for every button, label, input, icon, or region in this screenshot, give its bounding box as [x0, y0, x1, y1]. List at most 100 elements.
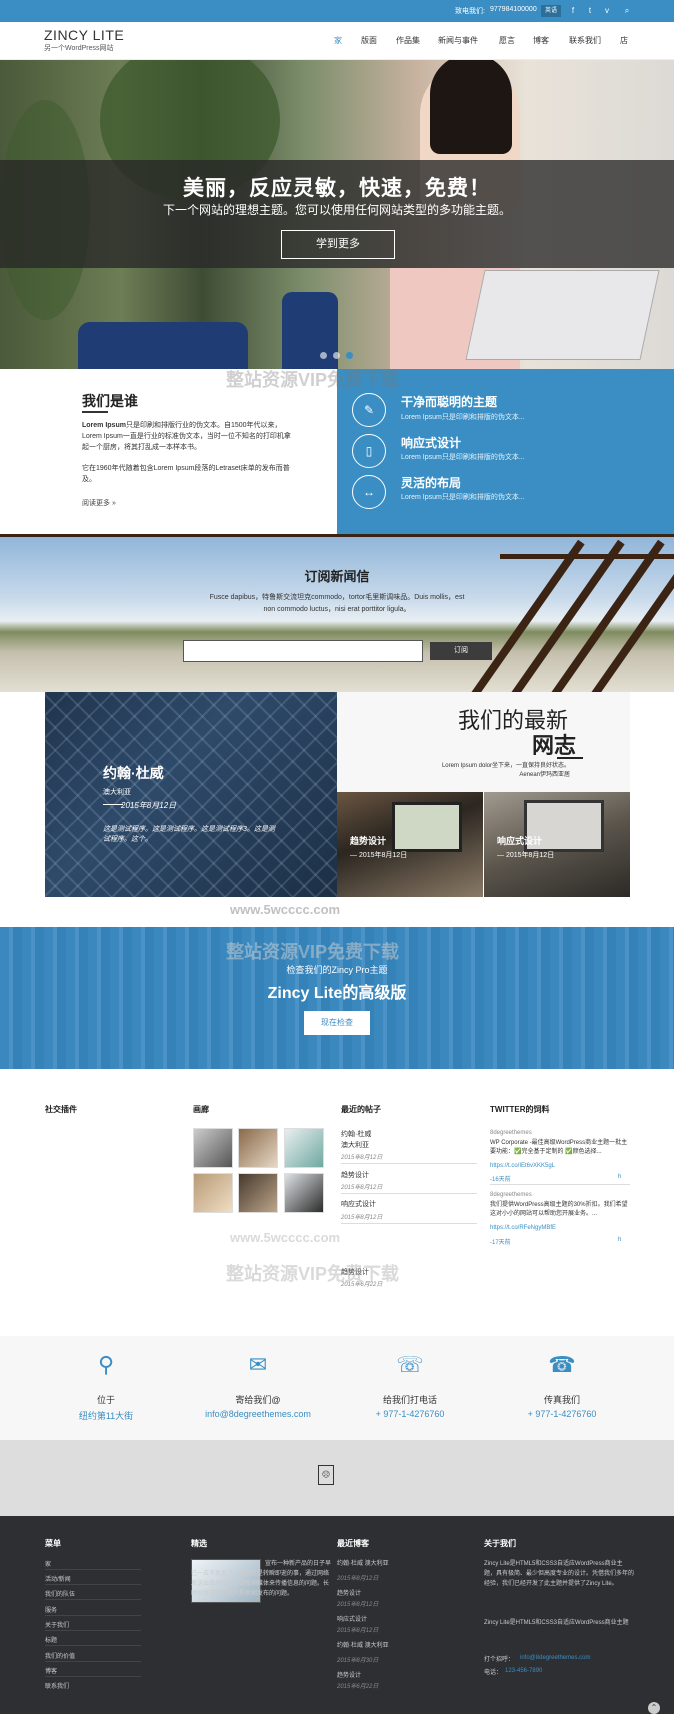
read-more-link[interactable]: 阅读更多 » — [82, 498, 116, 508]
tweet-user[interactable]: 8degreethemes — [490, 1191, 628, 1200]
about-paragraph-2: 它在1960年代随着包含Lorem Ipsum段落的Letraset床单的发布而… — [82, 465, 290, 483]
footer-menu-item[interactable]: 标题 — [45, 1635, 57, 1644]
subscribe-button[interactable]: 订阅 — [430, 642, 492, 660]
gallery-thumb[interactable] — [284, 1128, 324, 1168]
contact-value[interactable]: + 977-1-4276760 — [492, 1409, 632, 1419]
watermark: 整站资源VIP免费下载 — [226, 942, 400, 962]
post-tile-title[interactable]: 响应式设计 — [497, 834, 542, 847]
recent-post-title[interactable]: 约翰·杜威 — [341, 1129, 371, 1139]
nav-layout[interactable]: 版面 — [361, 35, 377, 46]
divider — [341, 1193, 477, 1194]
check-now-button[interactable]: 现在检查 — [304, 1011, 370, 1035]
blog-post-tile[interactable]: 响应式设计 — 2015年8月12日 — [484, 792, 630, 897]
slider-dot-active[interactable] — [346, 352, 353, 359]
footer-recent-title: 最近博客 — [337, 1539, 369, 1548]
feature-desc: Lorem Ipsum只是印刷和排版的伪文本... — [401, 454, 525, 461]
tweet-link[interactable]: https://t.co/IEt6vXKK5gL — [490, 1163, 555, 1169]
slider-dot[interactable] — [333, 352, 340, 359]
tweet-user[interactable]: 8degreethemes — [490, 1129, 628, 1138]
mobile-icon: ▯ — [352, 434, 386, 468]
widget-title-gallery: 画廊 — [193, 1105, 209, 1114]
footer-about-title: 关于我们 — [484, 1539, 516, 1548]
featured-post-title[interactable]: 约翰·杜威 — [103, 763, 164, 783]
divider — [45, 1584, 141, 1585]
feature-title: 灵活的布局 — [401, 476, 462, 490]
footer-menu-item[interactable]: 博客 — [45, 1666, 57, 1675]
gallery-thumb[interactable] — [238, 1128, 278, 1168]
footer-featured-title: 精选 — [191, 1539, 207, 1548]
contact-label: 给我们打电话 — [382, 1395, 437, 1405]
contact-value[interactable]: + 977-1-4276760 — [340, 1409, 480, 1419]
logo-title[interactable]: ZINCY LITE — [44, 27, 124, 43]
watermark: www.5wcccc.com — [230, 902, 341, 917]
footer-post-title[interactable]: 趋势设计 — [337, 1588, 361, 1597]
featured-post-excerpt: 这是测试程序。这是测试程序。这是测试程序3。这是测试程序。这个。 — [103, 826, 275, 843]
tweet-link[interactable]: https://t.co/RFeNgyMBfE — [490, 1225, 556, 1231]
gallery-thumb[interactable] — [238, 1173, 278, 1213]
widget-title-recent: 最近的帖子 — [341, 1105, 381, 1114]
nav-shop[interactable]: 店 — [620, 35, 628, 46]
footer-menu-item[interactable]: 关于我们 — [45, 1620, 69, 1629]
post-tile-title[interactable]: 趋势设计 — [350, 834, 386, 847]
brush-icon: ✎ — [352, 393, 386, 427]
nav-home[interactable]: 家 — [334, 35, 342, 46]
blog-post-tile[interactable]: 趋势设计 — 2015年8月12日 — [337, 792, 483, 897]
twitter-icon[interactable]: t — [585, 5, 595, 17]
footer-menu-item[interactable]: 家 — [45, 1559, 51, 1568]
hero-title: 美丽，反应灵敏，快速，免费！ — [183, 177, 491, 200]
nav-testimonials[interactable]: 愿言 — [499, 35, 515, 46]
gallery-thumb[interactable] — [193, 1173, 233, 1213]
gallery-thumb[interactable] — [284, 1173, 324, 1213]
footer-post-title[interactable]: 响应式设计 — [337, 1614, 367, 1623]
tweet-reply[interactable]: h — [618, 1174, 621, 1180]
search-icon[interactable]: ⌕ — [622, 5, 632, 17]
hero-laptop-image — [465, 270, 660, 360]
tweet-time[interactable]: -17天前 — [490, 1237, 511, 1246]
footer-post-title[interactable]: 约翰·杜威 澳大利亚 — [337, 1640, 389, 1649]
featured-post-rule — [103, 804, 123, 805]
post-tile-date: — 2015年8月12日 — [497, 852, 555, 859]
divider — [45, 1569, 141, 1570]
footer-menu-item[interactable]: 我们的队伍 — [45, 1589, 75, 1598]
footer-menu-item[interactable]: 服务 — [45, 1605, 57, 1614]
slider-dot[interactable] — [320, 352, 327, 359]
map-area[interactable] — [0, 1440, 674, 1516]
language-selector[interactable]: 英语 — [541, 5, 561, 17]
footer-menu-item[interactable]: 活动/新闻 — [45, 1574, 71, 1583]
newsletter-email-input[interactable] — [183, 640, 423, 662]
nav-contact[interactable]: 联系我们 — [569, 35, 601, 46]
tweet-reply[interactable]: h — [618, 1237, 621, 1243]
learn-more-button[interactable]: 学到更多 — [281, 230, 395, 259]
about-title-rule — [82, 411, 108, 413]
pergola-beam — [583, 539, 674, 692]
nav-blog[interactable]: 博客 — [533, 35, 549, 46]
contact-value[interactable]: info@8degreethemes.com — [188, 1409, 328, 1419]
fax-icon: ☎ — [548, 1352, 576, 1377]
footer-menu-item[interactable]: 联系我们 — [45, 1681, 69, 1690]
tweet-time[interactable]: -16天前 — [490, 1174, 511, 1183]
pergola-beam — [500, 554, 674, 559]
footer-email-link[interactable]: info@8degreethemes.com — [520, 1655, 590, 1661]
featured-text: 宣布一种新产品的日子早已一去不复返了。这仅仅是转瞬即逝的事，通过网络发送出去并给… — [191, 1561, 332, 1597]
gallery-thumb[interactable] — [193, 1128, 233, 1168]
vimeo-icon[interactable]: v — [602, 5, 612, 17]
contact-value: 纽约第11大街 — [78, 1411, 134, 1421]
tweet-text: 我们提供WordPress高级主题的30%折扣。我们希望这对小小的网站可以帮助您… — [490, 1202, 628, 1217]
back-to-top-icon[interactable]: ⌃ — [648, 1702, 660, 1714]
nav-news-events[interactable]: 新闻与事件 — [438, 35, 478, 46]
logo-subtitle: 另一个WordPress网站 — [44, 45, 114, 52]
facebook-icon[interactable]: f — [568, 5, 578, 17]
post-tile-date-text: 2015年8月12日 — [358, 852, 408, 859]
blog-heading-rule — [557, 757, 583, 759]
recent-post-title[interactable]: 响应式设计 — [341, 1199, 376, 1209]
watermark: www.5wcccc.com — [230, 1230, 341, 1245]
footer-post-title[interactable]: 趋势设计 — [337, 1670, 361, 1679]
recent-post-title[interactable]: 趋势设计 — [341, 1170, 369, 1180]
footer-phone-link[interactable]: 123-456-7890 — [505, 1668, 542, 1674]
featured-post[interactable] — [45, 692, 337, 897]
footer-menu-item[interactable]: 我们的价值 — [45, 1651, 75, 1660]
feature-title: 响应式设计 — [401, 436, 462, 450]
footer-post-title[interactable]: 约翰·杜威 澳大利亚 — [337, 1558, 389, 1567]
divider — [341, 1163, 477, 1164]
nav-portfolio[interactable]: 作品集 — [396, 35, 420, 46]
